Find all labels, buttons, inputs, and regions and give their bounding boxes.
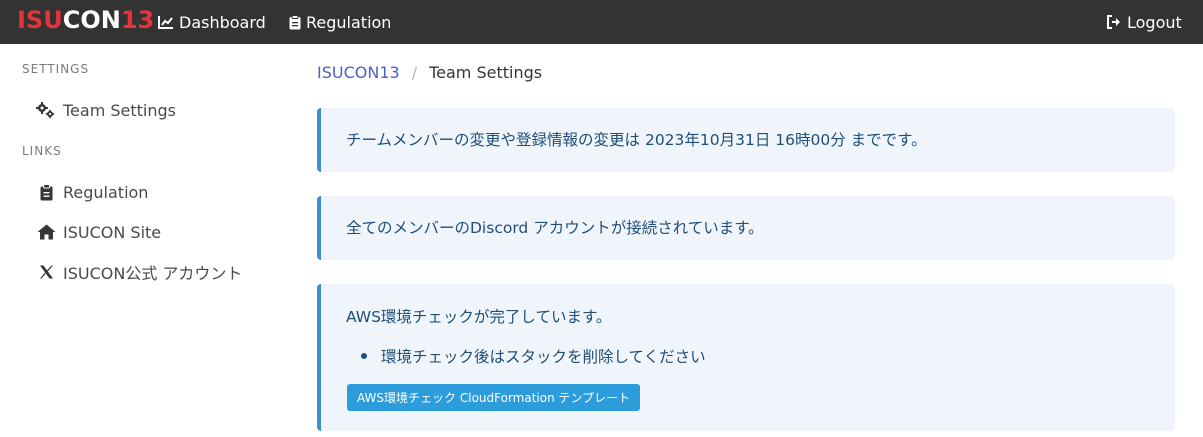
discord-notice: 全てのメンバーのDiscord アカウントが接続されています。 (317, 196, 1175, 260)
sidebar-heading-links: LINKS (22, 144, 62, 158)
nav-regulation-link[interactable]: Regulation (289, 0, 391, 44)
discord-notice-text: 全てのメンバーのDiscord アカウントが接続されています。 (346, 219, 764, 237)
logo-part-isu: ISU (17, 6, 63, 34)
cloudformation-template-button[interactable]: AWS環境チェック CloudFormation テンプレート (347, 384, 641, 411)
bullet-dot (361, 353, 367, 359)
clipboard-icon (36, 182, 56, 202)
list-item: 環境チェック後はスタックを削除してください (361, 345, 706, 367)
x-logo-icon (36, 262, 56, 282)
logout-label: Logout (1127, 12, 1182, 32)
logo-part-con: CON (62, 6, 121, 34)
sidebar-heading-settings: SETTINGS (22, 62, 90, 76)
logo-part-number: 13 (120, 6, 155, 34)
aws-check-notice: AWS環境チェックが完了しています。 環境チェック後はスタックを削除してください… (317, 284, 1175, 431)
deadline-notice: チームメンバーの変更や登録情報の変更は 2023年10月31日 16時00分 ま… (317, 108, 1175, 172)
sidebar-item-isucon-x-account[interactable]: ISUCON公式 アカウント (36, 260, 242, 284)
aws-check-bullet-text: 環境チェック後はスタックを削除してください (381, 348, 706, 366)
nav-dashboard-link[interactable]: Dashboard (158, 0, 266, 44)
sidebar-item-label: Regulation (63, 182, 149, 202)
home-icon (36, 222, 56, 242)
sidebar-item-label: ISUCON公式 アカウント (63, 264, 243, 283)
sidebar-item-regulation[interactable]: Regulation (36, 180, 148, 204)
logout-icon (1107, 15, 1120, 29)
gears-icon (36, 100, 56, 120)
breadcrumb-current: Team Settings (429, 62, 543, 82)
breadcrumb: ISUCON13 / Team Settings (317, 60, 542, 84)
nav-regulation-label: Regulation (306, 12, 392, 32)
deadline-notice-text: チームメンバーの変更や登録情報の変更は 2023年10月31日 16時00分 ま… (346, 131, 927, 149)
line-chart-icon (158, 16, 173, 29)
sidebar-item-label: ISUCON Site (63, 222, 162, 242)
sidebar-item-team-settings[interactable]: Team Settings (36, 98, 176, 122)
aws-check-notice-text: AWS環境チェックが完了しています。 (346, 308, 612, 326)
clipboard-icon (289, 14, 301, 29)
isucon-logo[interactable]: ISU CON 13 (17, 6, 154, 34)
breadcrumb-root-link[interactable]: ISUCON13 (317, 63, 400, 82)
top-navbar: ISU CON 13 Dashboard Regulation Logout (0, 0, 1203, 44)
sidebar-item-label: Team Settings (63, 100, 176, 120)
logout-link[interactable]: Logout (1106, 0, 1182, 44)
breadcrumb-separator: / (411, 62, 418, 82)
sidebar-item-isucon-site[interactable]: ISUCON Site (36, 220, 161, 244)
nav-dashboard-label: Dashboard (179, 12, 266, 32)
